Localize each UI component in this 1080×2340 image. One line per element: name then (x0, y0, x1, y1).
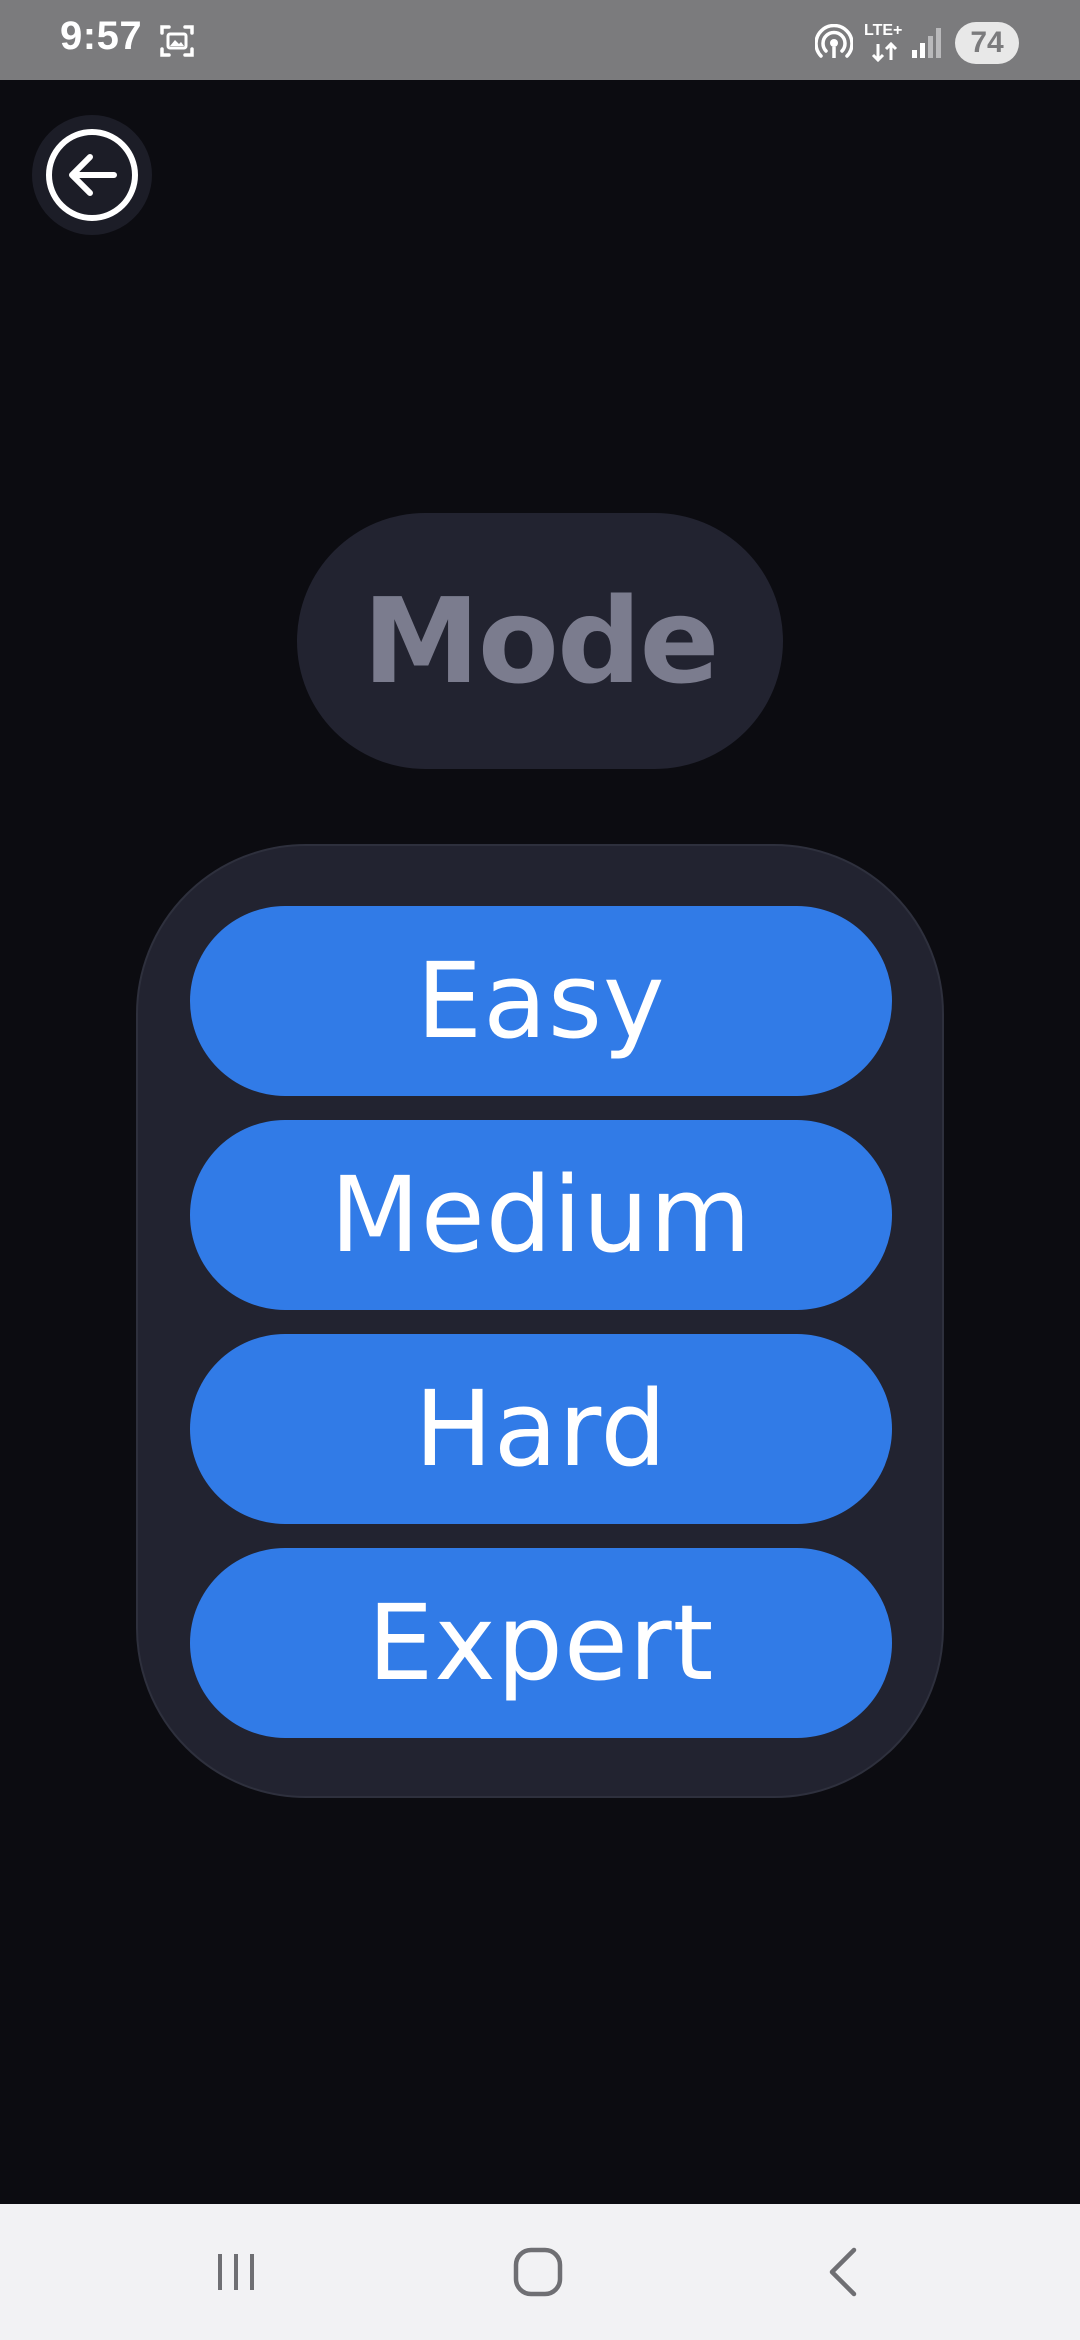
mode-title-pill: Mode (297, 513, 783, 769)
system-nav-bar (0, 2204, 1080, 2340)
status-time: 9:57 (60, 14, 143, 58)
lte-icon: LTE+ (862, 22, 906, 64)
arrow-left-circle-icon (46, 129, 138, 221)
recents-icon[interactable] (206, 2242, 266, 2302)
easy-label: Easy (416, 940, 666, 1062)
expert-label: Expert (367, 1582, 715, 1704)
expert-button[interactable]: Expert (190, 1548, 892, 1738)
medium-label: Medium (330, 1154, 752, 1276)
hard-label: Hard (414, 1368, 668, 1490)
network-label: LTE+ (864, 22, 903, 39)
home-icon[interactable] (506, 2240, 570, 2304)
back-button[interactable] (32, 115, 152, 235)
hard-button[interactable]: Hard (190, 1334, 892, 1524)
difficulty-panel: Easy Medium Hard Expert (136, 844, 944, 1798)
mode-select-screen: 9:57 LTE+ 74 Mode Easy Medium Hard Exper… (0, 0, 1080, 2340)
hotspot-icon (815, 24, 853, 58)
battery-level: 74 (970, 26, 1004, 59)
back-icon[interactable] (812, 2240, 876, 2304)
signal-icon (912, 28, 941, 58)
status-bar: 9:57 LTE+ 74 (0, 0, 1080, 80)
medium-button[interactable]: Medium (190, 1120, 892, 1310)
page-title: Mode (362, 572, 720, 710)
battery-icon: 74 (955, 22, 1019, 64)
easy-button[interactable]: Easy (190, 906, 892, 1096)
screenshot-icon (160, 25, 194, 57)
